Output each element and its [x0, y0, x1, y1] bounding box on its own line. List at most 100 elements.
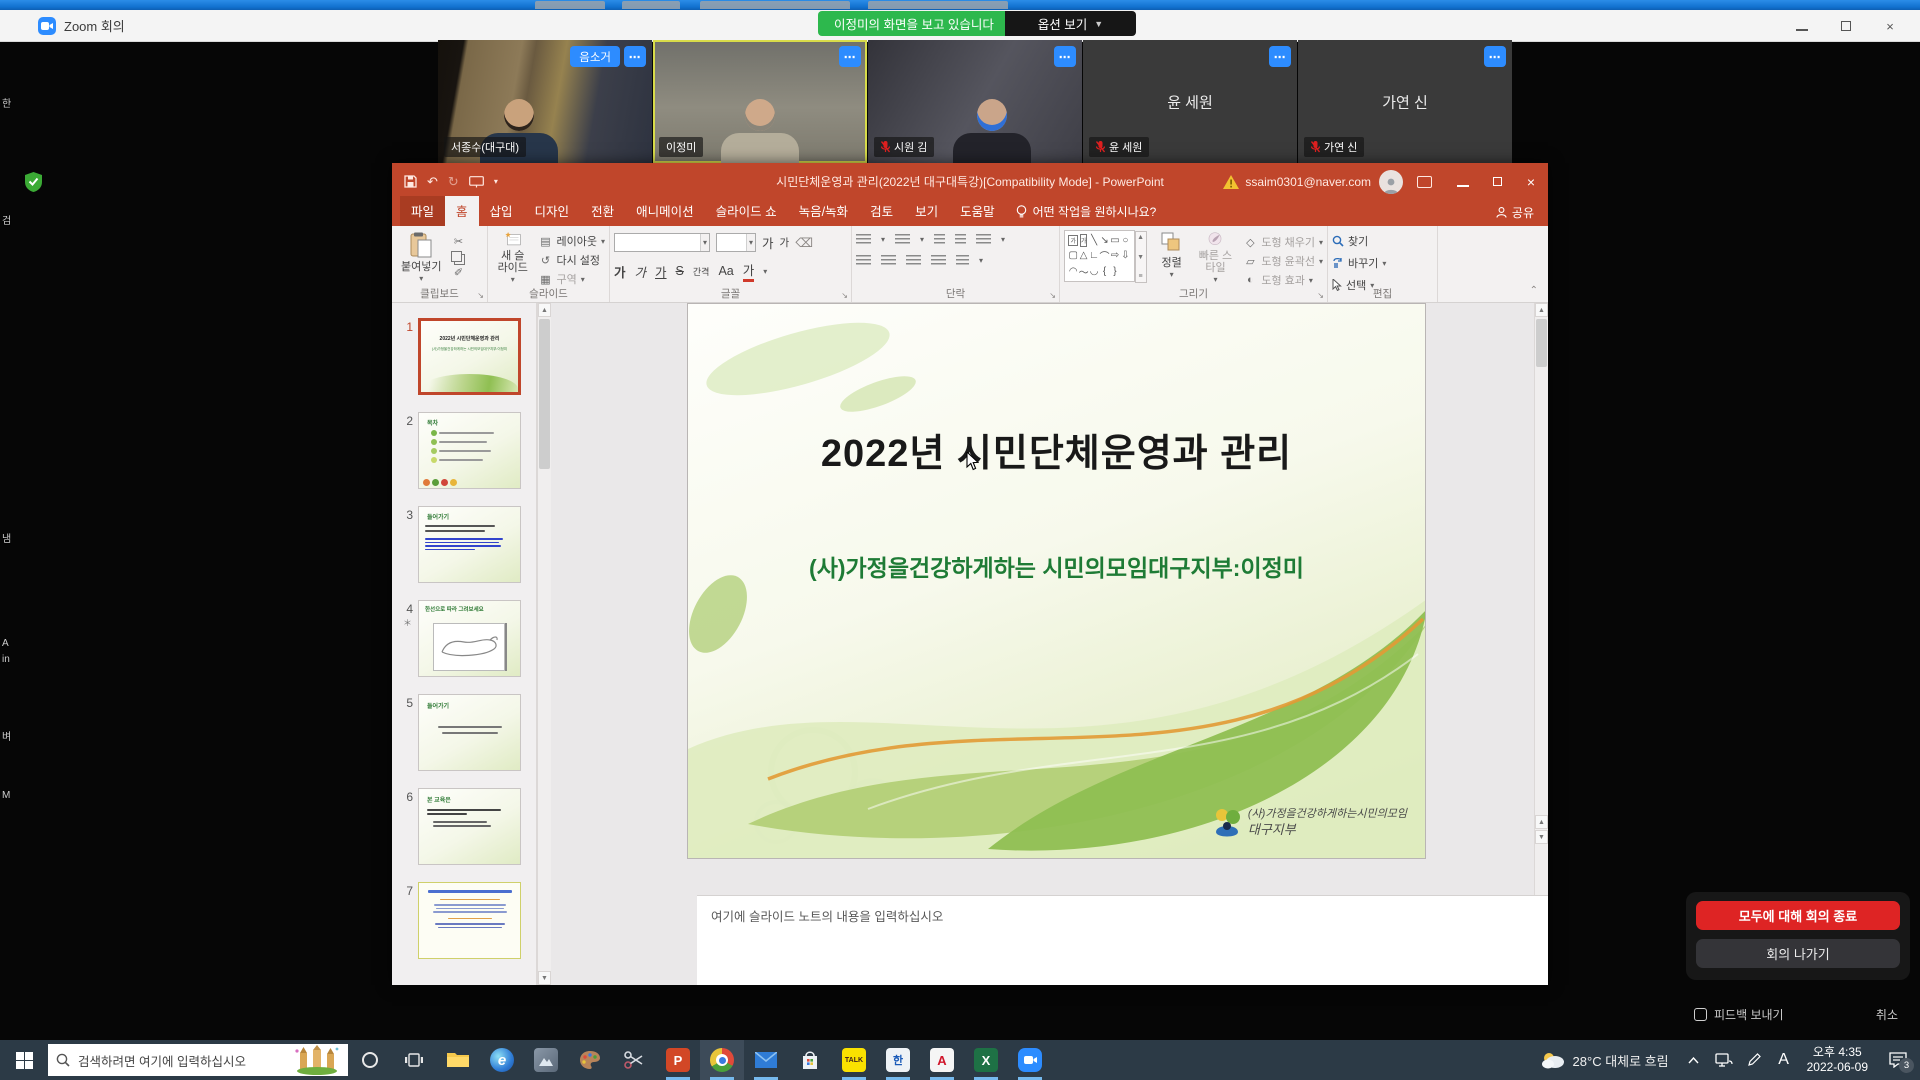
underline-icon[interactable]: 가	[655, 262, 667, 281]
slide-thumbnail-6[interactable]: 6 본 교육은	[392, 788, 521, 865]
mail-button[interactable]	[744, 1040, 788, 1080]
increase-font-icon[interactable]: 가	[762, 233, 774, 252]
participant-tile[interactable]: ⋯ 시원 김	[868, 40, 1082, 163]
more-options-icon[interactable]: ⋯	[624, 46, 646, 67]
acrobat-button[interactable]: A	[920, 1040, 964, 1080]
slide-canvas[interactable]: 2022년 시민단체운영과 관리 (사)가정을건강하게하는 시민의모임대구지부:…	[687, 303, 1426, 859]
tab-record[interactable]: 녹음/녹화	[788, 196, 859, 226]
tray-expand-button[interactable]	[1679, 1040, 1709, 1080]
copy-icon[interactable]	[451, 251, 462, 262]
decrease-font-icon[interactable]: 가	[780, 235, 790, 250]
ppt-close-button[interactable]: ×	[1514, 163, 1548, 200]
undo-icon[interactable]: ↶	[427, 174, 438, 190]
qat-customize-icon[interactable]: ▾	[494, 177, 498, 186]
save-icon[interactable]	[404, 175, 417, 188]
dialog-launcher-icon[interactable]: ↘	[1317, 291, 1324, 300]
paint-button[interactable]	[568, 1040, 612, 1080]
slide-thumbnail-2[interactable]: 2 목차	[392, 412, 521, 489]
slide-subtitle[interactable]: (사)가정을건강하게하는 시민의모임대구지부:이정미	[688, 549, 1425, 583]
format-painter-icon[interactable]: ✐	[451, 265, 465, 279]
slide-thumbnail-4[interactable]: 4 ＊ 한선으로 따라 그려보세요	[392, 600, 521, 677]
next-slide-icon[interactable]: ▼	[1535, 830, 1548, 844]
tab-view[interactable]: 보기	[904, 196, 949, 226]
slide-thumbnail-7[interactable]: 7	[392, 882, 521, 959]
shapes-scrollbar[interactable]: ▲▼≡	[1135, 231, 1147, 283]
cancel-link[interactable]: 취소	[1876, 1006, 1898, 1023]
notes-pane[interactable]: 여기에 슬라이드 노트의 내용을 입력하십시오	[697, 895, 1548, 985]
strikethrough-icon[interactable]: S	[676, 264, 684, 278]
clock[interactable]: 오후 4:35 2022-06-09	[1799, 1045, 1876, 1075]
replace-button[interactable]: 바꾸기▾	[1332, 255, 1386, 271]
scrollbar-thumb[interactable]	[539, 319, 550, 469]
paste-button[interactable]: 붙여넣기 ▾	[396, 230, 446, 286]
font-name-combo[interactable]: ▾	[614, 233, 710, 252]
scroll-up-icon[interactable]: ▲	[538, 303, 551, 317]
tab-file[interactable]: 파일	[400, 196, 445, 226]
leave-meeting-button[interactable]: 회의 나가기	[1696, 939, 1900, 968]
line-spacing-icon[interactable]	[976, 234, 991, 245]
align-center-icon[interactable]	[881, 255, 896, 266]
align-left-icon[interactable]	[856, 255, 871, 266]
hwp-button[interactable]: 한	[876, 1040, 920, 1080]
zoom-close-button[interactable]: ×	[1868, 10, 1912, 42]
chrome-button[interactable]	[700, 1040, 744, 1080]
network-tray-icon[interactable]	[1709, 1040, 1739, 1080]
tell-me-box[interactable]: 어떤 작업을 원하시나요?	[1016, 203, 1157, 226]
font-size-combo[interactable]: ▾	[716, 233, 756, 252]
view-options-button[interactable]: 옵션 보기 ▼	[1005, 11, 1136, 36]
ppt-minimize-button[interactable]	[1446, 163, 1480, 200]
numbering-icon[interactable]	[895, 234, 910, 245]
zoom-app-button[interactable]	[1008, 1040, 1052, 1080]
reset-button[interactable]: ↺다시 설정	[539, 252, 606, 268]
previous-slide-icon[interactable]: ▲	[1535, 815, 1548, 829]
zoom-minimize-button[interactable]	[1780, 10, 1824, 42]
editor-scrollbar[interactable]: ▲ ▲ ▼	[1534, 303, 1548, 985]
snipping-tool-button[interactable]	[612, 1040, 656, 1080]
edge-button[interactable]: e	[480, 1040, 524, 1080]
bullets-icon[interactable]	[856, 234, 871, 245]
taskbar-search-input[interactable]: 검색하려면 여기에 입력하십시오	[48, 1044, 348, 1076]
scroll-down-icon[interactable]: ▼	[538, 971, 551, 985]
italic-icon[interactable]: 가	[635, 262, 647, 281]
excel-button[interactable]: X	[964, 1040, 1008, 1080]
cut-icon[interactable]: ✂	[451, 234, 465, 248]
find-button[interactable]: 찾기	[1332, 233, 1386, 249]
slideshow-icon[interactable]	[469, 176, 484, 188]
font-color-icon[interactable]: 가	[743, 260, 755, 282]
more-options-icon[interactable]: ⋯	[1269, 46, 1291, 67]
layout-button[interactable]: ▤레이아웃▾	[539, 233, 606, 249]
dialog-launcher-icon[interactable]: ↘	[477, 291, 484, 300]
powerpoint-button[interactable]: P	[656, 1040, 700, 1080]
shape-fill-button[interactable]: ◇도형 채우기▾	[1243, 234, 1323, 250]
share-button[interactable]: 공유	[1496, 204, 1534, 221]
start-button[interactable]	[0, 1040, 48, 1080]
section-button[interactable]: ▦구역▾	[539, 271, 606, 287]
participant-tile[interactable]: ⋯ 이정미	[653, 40, 867, 163]
new-slide-button[interactable]: 새 슬라이드 ▾	[492, 230, 534, 286]
dialog-launcher-icon[interactable]: ↘	[841, 291, 848, 300]
slide-thumbnail-5[interactable]: 5 들어가기	[392, 694, 521, 771]
align-right-icon[interactable]	[906, 255, 921, 266]
weather-widget[interactable]: 28°C 대체로 흐림	[1531, 1051, 1679, 1070]
tab-home[interactable]: 홈	[445, 196, 479, 226]
shapes-gallery[interactable]: 가 가 ╲ ↘ ▭ ○ ▢ △ ∟ ⌒ ⇨ ⇩ ◠ ～ ◡ { }	[1064, 230, 1135, 282]
participant-tile[interactable]: 음소거 ⋯ 서종수(대구대)	[438, 40, 652, 163]
account-email[interactable]: ssaim0301@naver.com	[1245, 175, 1371, 189]
decrease-indent-icon[interactable]	[934, 234, 945, 245]
dialog-launcher-icon[interactable]: ↘	[1049, 291, 1056, 300]
ppt-restore-button[interactable]	[1480, 163, 1514, 200]
scrollbar-thumb[interactable]	[1536, 319, 1547, 367]
kakaotalk-button[interactable]: TALK	[832, 1040, 876, 1080]
pen-tray-icon[interactable]	[1739, 1040, 1769, 1080]
slide-title[interactable]: 2022년 시민단체운영과 관리	[688, 422, 1425, 477]
increase-indent-icon[interactable]	[955, 234, 966, 245]
tab-slideshow[interactable]: 슬라이드 쇼	[705, 196, 788, 226]
cortana-button[interactable]	[348, 1040, 392, 1080]
slide-thumbnail-1[interactable]: 1 2022년 시민단체운영과 관리 (사)가정을건강하게하는 시민의모임대구지…	[392, 318, 521, 395]
account-avatar[interactable]	[1379, 170, 1403, 194]
tab-insert[interactable]: 삽입	[479, 196, 524, 226]
file-explorer-button[interactable]	[436, 1040, 480, 1080]
character-spacing-icon[interactable]: 간격	[693, 265, 710, 278]
scroll-up-icon[interactable]: ▲	[1535, 303, 1548, 317]
participant-tile[interactable]: 윤 세원 ⋯ 윤 세원	[1083, 40, 1297, 163]
